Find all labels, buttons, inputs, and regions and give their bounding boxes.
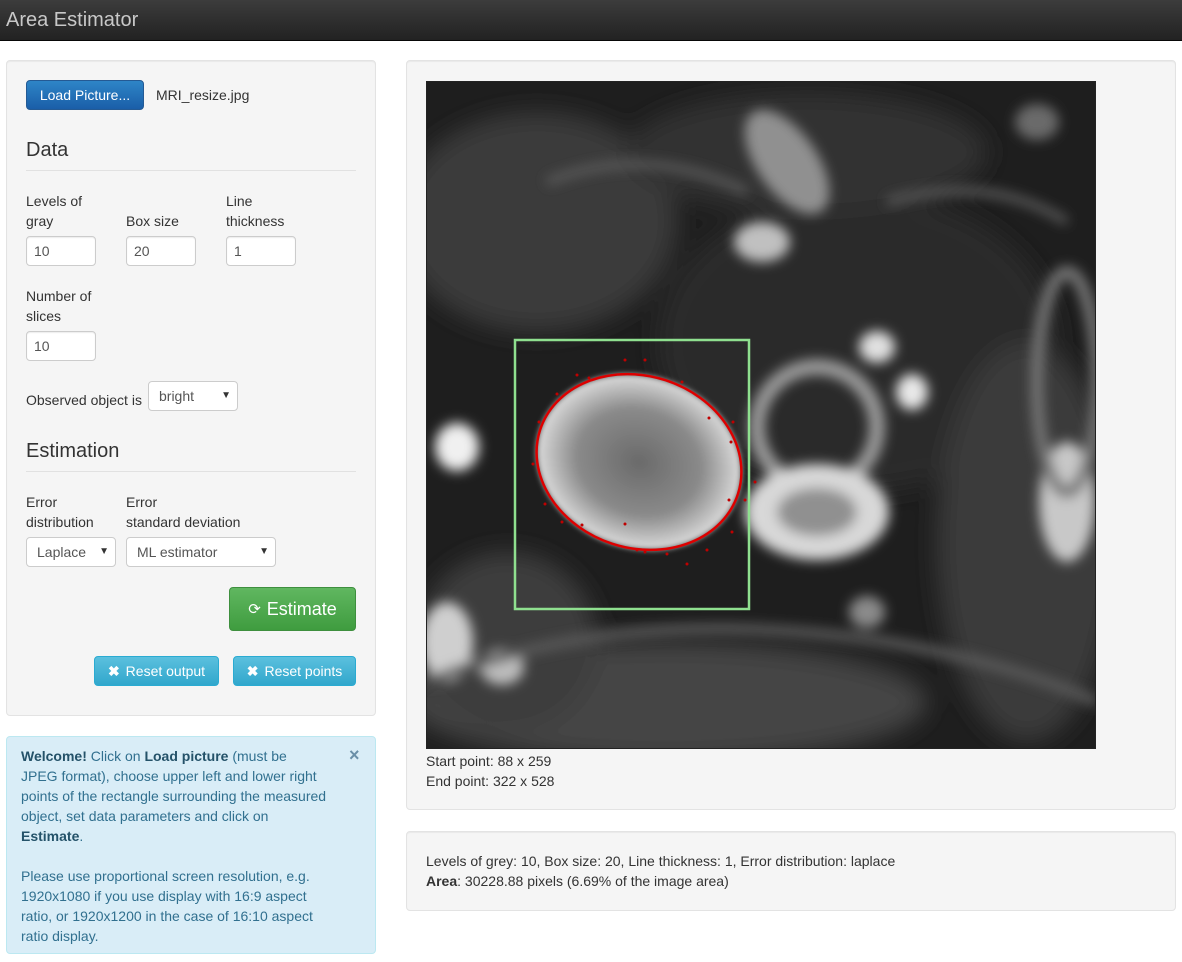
- number-of-slices-input[interactable]: 10: [26, 331, 96, 361]
- estimate-button[interactable]: ⟳ Estimate: [229, 587, 356, 631]
- line-thickness-label-line2: thickness: [226, 213, 285, 229]
- welcome-line-5: Estimate.: [21, 828, 84, 844]
- load-picture-button[interactable]: Load Picture...: [26, 80, 144, 110]
- error-distribution-select[interactable]: Laplace ▼: [26, 537, 116, 567]
- chevron-down-icon: ▼: [99, 546, 109, 557]
- line-thickness-label-line1: Line: [226, 193, 253, 209]
- mri-image: [427, 82, 1095, 748]
- area-label: Area: [426, 873, 458, 889]
- slices-label-line2: slices: [26, 308, 62, 324]
- levels-label-line1: Levels of: [26, 193, 83, 209]
- slices-label-line1: Number of: [26, 288, 92, 304]
- resolution-line-4: ratio display.: [21, 928, 99, 944]
- welcome-line-4: object, set data parameters and click on: [21, 808, 269, 824]
- line-thickness-input[interactable]: 1: [226, 236, 296, 266]
- box-size-input[interactable]: 20: [126, 236, 196, 266]
- welcome-alert: × Welcome! Click on Load picture (must b…: [6, 736, 376, 954]
- error-sd-label-line2: standard deviation: [126, 514, 241, 530]
- data-heading: Data: [26, 139, 69, 161]
- welcome-line-1: Welcome! Click on Load picture (must be: [21, 748, 287, 764]
- welcome-line-2: JPEG format), choose upper left and lowe…: [21, 768, 317, 784]
- resolution-line-3: ratio, or 1920x1200 in the case of 16:10…: [21, 908, 313, 924]
- remove-icon: ✖: [246, 662, 259, 679]
- close-icon[interactable]: ×: [349, 746, 360, 764]
- reset-points-button[interactable]: ✖ Reset points: [233, 656, 356, 686]
- error-distribution-value: Laplace: [37, 544, 87, 560]
- estimate-label: Estimate: [266, 598, 337, 619]
- estimation-divider: [26, 471, 356, 472]
- chevron-down-icon: ▼: [259, 546, 269, 557]
- data-divider: [26, 170, 356, 171]
- error-distribution-label-line2: distribution: [26, 514, 94, 530]
- refresh-icon: ⟳: [248, 601, 261, 618]
- error-sd-select[interactable]: ML estimator ▼: [126, 537, 276, 567]
- observed-object-value: bright: [159, 388, 195, 404]
- estimation-heading: Estimation: [26, 440, 120, 462]
- app-title: Area Estimator: [6, 9, 139, 31]
- error-sd-label-line1: Error: [126, 494, 158, 510]
- mri-image-canvas[interactable]: [426, 81, 1096, 749]
- remove-icon: ✖: [107, 662, 120, 679]
- navbar: Area Estimator: [0, 0, 1182, 41]
- area-value: : 30228.88 pixels (6.69% of the image ar…: [457, 873, 729, 889]
- welcome-line-3: points of the rectangle surrounding the …: [21, 788, 327, 804]
- reset-points-label: Reset points: [264, 663, 343, 679]
- error-distribution-label-line1: Error: [26, 494, 58, 510]
- result-params: Levels of grey: 10, Box size: 20, Line t…: [426, 853, 896, 869]
- levels-of-gray-input[interactable]: 10: [26, 236, 96, 266]
- resolution-line-1: Please use proportional screen resolutio…: [21, 868, 310, 884]
- box-size-label: Box size: [126, 213, 179, 229]
- start-point: Start point: 88 x 259: [426, 753, 552, 769]
- end-point: End point: 322 x 528: [426, 773, 555, 789]
- observed-object-label: Observed object is: [26, 392, 142, 408]
- levels-label-line2: gray: [26, 213, 54, 229]
- error-sd-value: ML estimator: [137, 544, 218, 560]
- resolution-line-2: 1920x1080 if you use display with 16:9 a…: [21, 888, 307, 904]
- result-area: Area: 30228.88 pixels (6.69% of the imag…: [426, 871, 729, 891]
- chevron-down-icon: ▼: [221, 390, 231, 401]
- reset-output-button[interactable]: ✖ Reset output: [94, 656, 219, 686]
- observed-object-select[interactable]: bright ▼: [148, 381, 238, 411]
- file-name: MRI_resize.jpg: [156, 87, 250, 103]
- reset-output-label: Reset output: [125, 663, 206, 679]
